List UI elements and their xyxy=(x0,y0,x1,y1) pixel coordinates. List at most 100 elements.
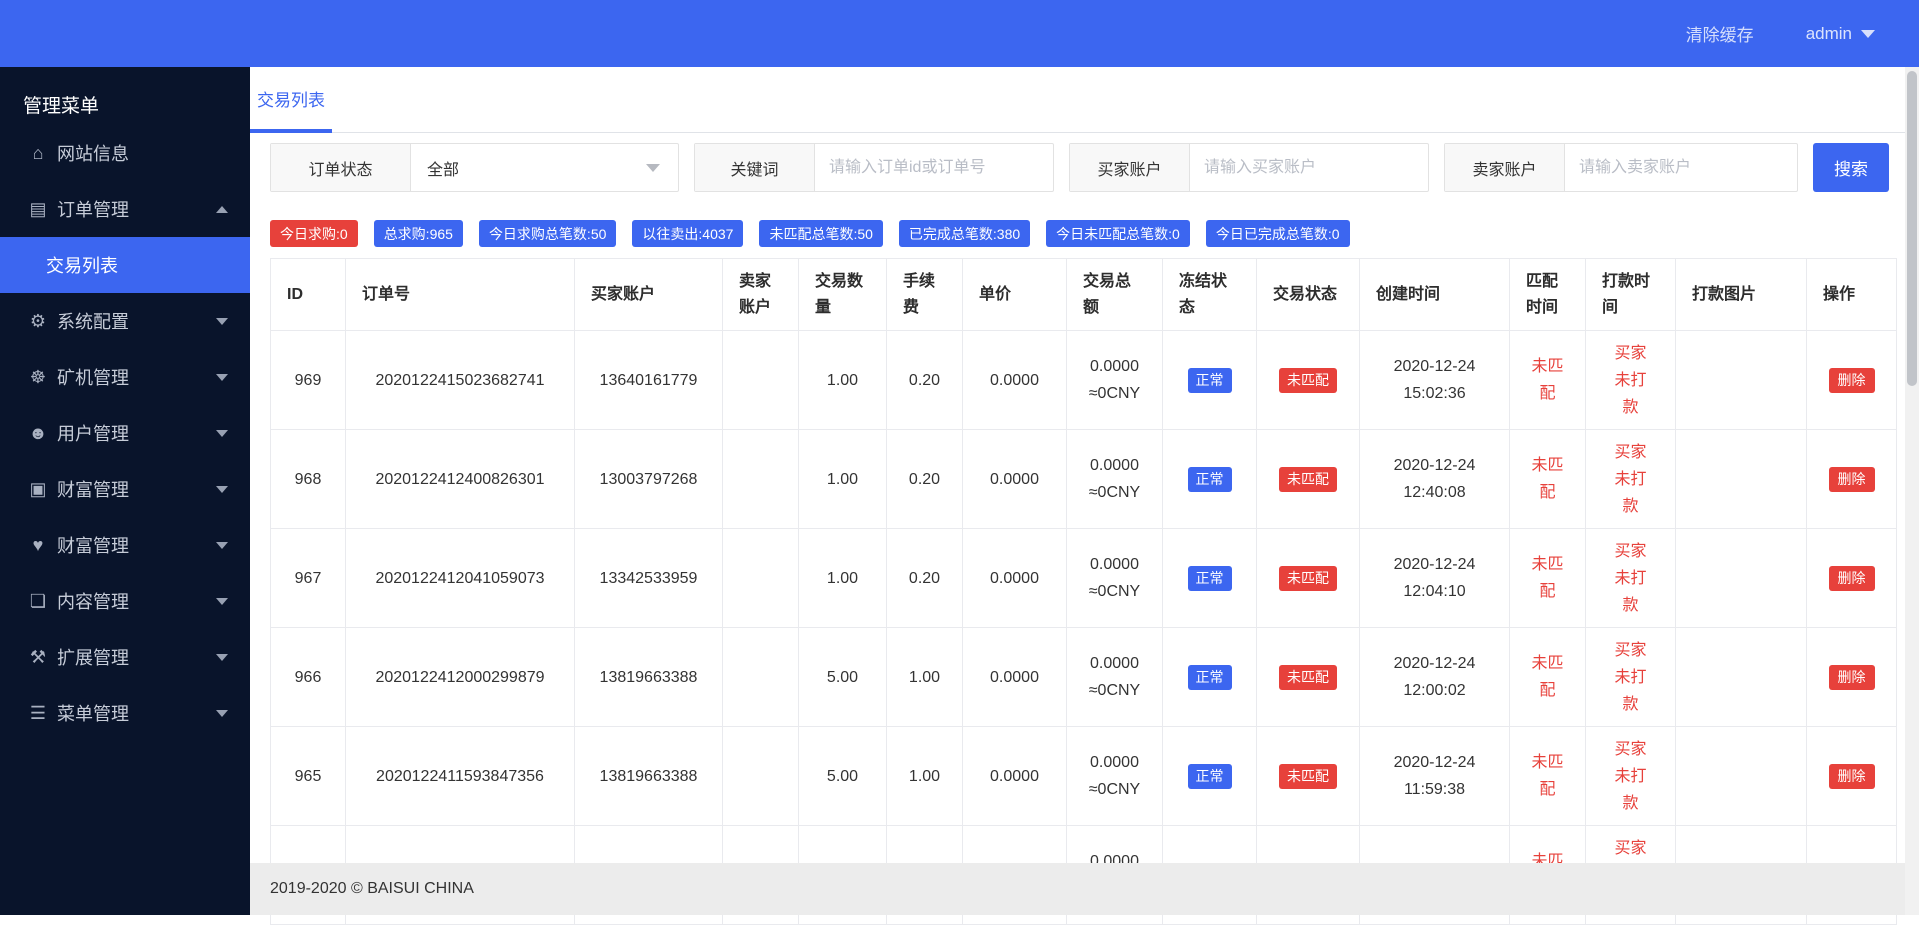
stat-badge: 已完成总笔数:380 xyxy=(899,220,1030,247)
column-header: 交易状态 xyxy=(1257,259,1360,331)
cell-seller-account xyxy=(723,331,799,430)
chevron-down-icon xyxy=(216,374,228,381)
sidebar-item-order-management[interactable]: ▤ 订单管理 xyxy=(0,181,250,237)
cell-frozen-status: 正常 xyxy=(1163,529,1257,628)
tab-bar: 交易列表 xyxy=(250,67,1919,133)
column-header: 打款时间 xyxy=(1586,259,1676,331)
delete-button[interactable]: 删除 xyxy=(1829,467,1875,492)
sidebar-item-trade-list-active[interactable]: 交易列表 xyxy=(0,237,250,293)
cell-pay-image xyxy=(1676,529,1807,628)
cell-pay-image xyxy=(1676,331,1807,430)
cell-order-no: 2020122412000299879 xyxy=(346,628,575,727)
sidebar-item-extension-management[interactable]: ⚒ 扩展管理 xyxy=(0,629,250,685)
column-header: 打款图片 xyxy=(1676,259,1807,331)
delete-button[interactable]: 删除 xyxy=(1829,368,1875,393)
admin-dropdown[interactable]: admin xyxy=(1806,24,1875,44)
chevron-down-icon xyxy=(216,542,228,549)
cell-trade-status: 未匹配 xyxy=(1257,727,1360,826)
sidebar-item-system-config[interactable]: ⚙ 系统配置 xyxy=(0,293,250,349)
stat-badge: 未匹配总笔数:50 xyxy=(759,220,882,247)
cell-buyer-account: 13819663388 xyxy=(575,727,723,826)
sidebar-item-miner-management[interactable]: ☸ 矿机管理 xyxy=(0,349,250,405)
cell-created-time: 2020-12-24 15:02:36 xyxy=(1360,331,1510,430)
tab-trade-list[interactable]: 交易列表 xyxy=(250,67,332,133)
column-header: 卖家账户 xyxy=(723,259,799,331)
column-header: 订单号 xyxy=(346,259,575,331)
cell-fee: 0.20 xyxy=(887,430,963,529)
cell-id: 965 xyxy=(271,727,346,826)
cell-buyer-account: 13819663388 xyxy=(575,628,723,727)
cell-pay-time: 买家未打款 xyxy=(1586,529,1676,628)
cell-unit-price: 0.0000 xyxy=(963,430,1067,529)
table-row: 967 2020122412041059073 13342533959 1.00… xyxy=(271,529,1897,628)
cell-frozen-status: 正常 xyxy=(1163,628,1257,727)
buyer-account-input[interactable] xyxy=(1190,144,1428,191)
filter-bar: 订单状态 全部 关键词 买家账户 卖家账户 搜索 xyxy=(270,143,1900,192)
column-header: ID xyxy=(271,259,346,331)
stat-badge: 以往卖出:4037 xyxy=(632,220,743,247)
money-icon: ▣ xyxy=(27,479,49,500)
trade-status-badge: 未匹配 xyxy=(1279,467,1337,492)
cell-fee: 1.00 xyxy=(887,628,963,727)
sidebar-item-label: 财富管理 xyxy=(57,532,129,558)
delete-button[interactable]: 删除 xyxy=(1829,764,1875,789)
order-status-filter: 订单状态 全部 xyxy=(270,143,679,192)
cell-order-no: 2020122415023682741 xyxy=(346,331,575,430)
stats-badges: 今日求购:0 总求购:965 今日求购总笔数:50 以往卖出:4037 未匹配总… xyxy=(270,220,1900,247)
cell-order-no: 2020122412400826301 xyxy=(346,430,575,529)
chevron-down-icon xyxy=(1861,30,1875,38)
cell-quantity: 1.00 xyxy=(799,430,887,529)
trade-status-badge: 未匹配 xyxy=(1279,665,1337,690)
sidebar-item-user-management[interactable]: ☻ 用户管理 xyxy=(0,405,250,461)
chevron-down-icon xyxy=(216,710,228,717)
cell-unit-price: 0.0000 xyxy=(963,331,1067,430)
keyword-input[interactable] xyxy=(815,144,1053,191)
delete-button[interactable]: 删除 xyxy=(1829,566,1875,591)
column-header: 手续费 xyxy=(887,259,963,331)
clear-cache-link[interactable]: 清除缓存 xyxy=(1686,21,1754,46)
column-header: 交易数量 xyxy=(799,259,887,331)
frozen-status-badge: 正常 xyxy=(1188,467,1232,492)
cell-pay-image xyxy=(1676,727,1807,826)
seller-account-input[interactable] xyxy=(1565,144,1797,191)
cell-actions: 删除 xyxy=(1807,628,1897,727)
table-row: 969 2020122415023682741 13640161779 1.00… xyxy=(271,331,1897,430)
column-header: 冻结状态 xyxy=(1163,259,1257,331)
scrollbar-thumb[interactable] xyxy=(1907,71,1917,386)
stat-badge: 今日未匹配总笔数:0 xyxy=(1046,220,1190,247)
sidebar-item-label: 内容管理 xyxy=(57,588,129,614)
cell-total: 0.0000 ≈0CNY xyxy=(1067,628,1163,727)
search-button[interactable]: 搜索 xyxy=(1813,143,1889,192)
stat-badge: 今日求购总笔数:50 xyxy=(479,220,616,247)
cell-actions: 删除 xyxy=(1807,430,1897,529)
wrench-icon: ⚒ xyxy=(27,647,49,668)
frozen-status-badge: 正常 xyxy=(1188,368,1232,393)
buyer-account-filter: 买家账户 xyxy=(1069,143,1429,192)
buyer-account-label: 买家账户 xyxy=(1070,144,1190,191)
sidebar-item-menu-management[interactable]: ☰ 菜单管理 xyxy=(0,685,250,741)
sidebar-item-content-management[interactable]: ❏ 内容管理 xyxy=(0,573,250,629)
trade-table: ID 订单号 买家账户 卖家账户 交易数量 手续费 单价 xyxy=(270,258,1897,925)
stat-badge: 总求购:965 xyxy=(374,220,463,247)
frozen-status-badge: 正常 xyxy=(1188,764,1232,789)
sidebar-item-label: 订单管理 xyxy=(57,196,129,222)
cell-seller-account xyxy=(723,628,799,727)
sidebar-item-wealth-management-2[interactable]: ♥ 财富管理 xyxy=(0,517,250,573)
vertical-scrollbar[interactable] xyxy=(1905,67,1919,915)
sidebar-subitem-label: 交易列表 xyxy=(46,252,118,278)
cell-quantity: 1.00 xyxy=(799,331,887,430)
sidebar-menu-header: 管理菜单 xyxy=(0,67,250,125)
cell-pay-image xyxy=(1676,628,1807,727)
table-row: 968 2020122412400826301 13003797268 1.00… xyxy=(271,430,1897,529)
cell-frozen-status: 正常 xyxy=(1163,331,1257,430)
cell-trade-status: 未匹配 xyxy=(1257,529,1360,628)
cell-pay-time: 买家未打款 xyxy=(1586,331,1676,430)
cell-trade-status: 未匹配 xyxy=(1257,430,1360,529)
chevron-down-icon xyxy=(216,598,228,605)
cell-fee: 0.20 xyxy=(887,529,963,628)
sidebar-item-website-info[interactable]: ⌂ 网站信息 xyxy=(0,125,250,181)
sidebar-item-wealth-management-1[interactable]: ▣ 财富管理 xyxy=(0,461,250,517)
delete-button[interactable]: 删除 xyxy=(1829,665,1875,690)
order-status-select[interactable]: 全部 xyxy=(411,144,678,191)
cell-buyer-account: 13640161779 xyxy=(575,331,723,430)
